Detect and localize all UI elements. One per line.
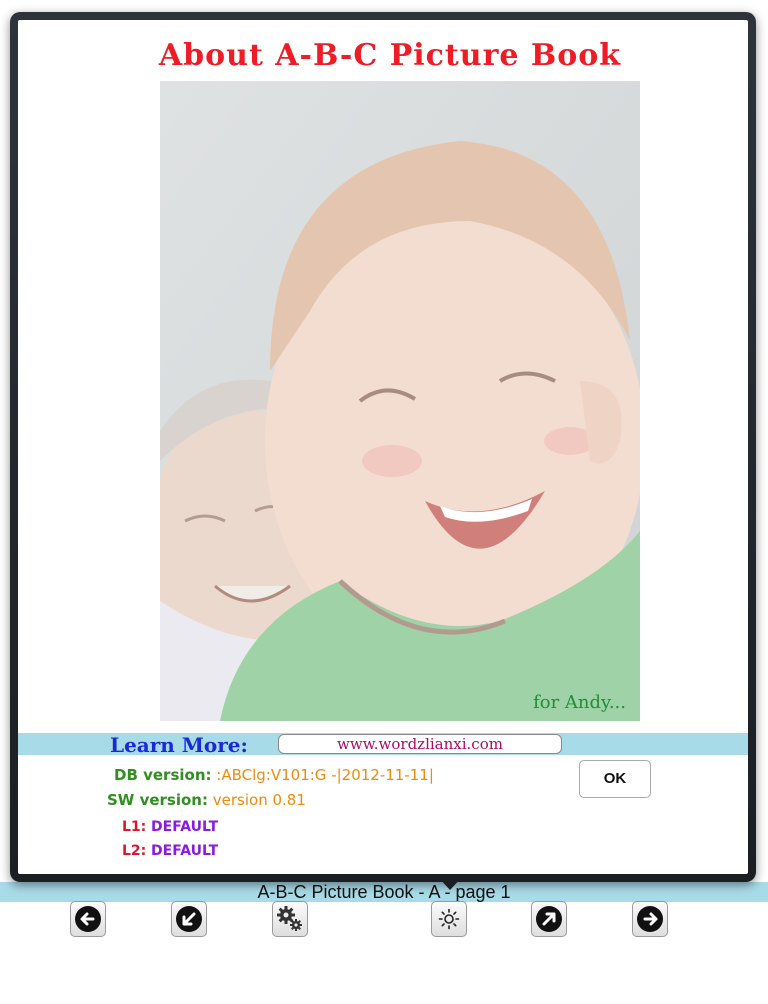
ok-button[interactable]: OK — [579, 760, 651, 798]
arrow-down-left-icon — [176, 906, 202, 932]
arrow-right-icon — [637, 906, 663, 932]
photo-illustration — [160, 81, 640, 721]
about-panel: About A-B-C Picture Book for Andy... Lea… — [18, 20, 748, 874]
db-version-label: DB version: — [114, 766, 212, 784]
l2-row: L2: DEFAULT — [122, 841, 218, 859]
db-version-value: :ABClg:V101:G -|2012-11-11| — [216, 766, 434, 784]
l2-label: L2: — [122, 843, 147, 859]
sw-version-value: version 0.81 — [212, 791, 306, 809]
previous-page-button[interactable] — [70, 901, 106, 937]
brightness-icon — [438, 908, 460, 930]
website-link[interactable]: www.wordzlianxi.com — [278, 734, 562, 754]
l1-label: L1: — [122, 819, 147, 835]
brightness-button[interactable] — [431, 901, 467, 937]
page-caption: A-B-C Picture Book - A - page 1 — [257, 882, 511, 902]
photo-caption: for Andy... — [533, 692, 626, 713]
sw-version-row: SW version: version 0.81 — [107, 791, 306, 809]
about-photo: for Andy... — [160, 81, 640, 721]
gears-icon — [277, 906, 302, 931]
l2-value: DEFAULT — [151, 843, 219, 859]
db-version-row: DB version: :ABClg:V101:G -|2012-11-11| — [114, 766, 434, 784]
page-caption-bar: A-B-C Picture Book - A - page 1 — [0, 882, 768, 902]
about-popover: About A-B-C Picture Book for Andy... Lea… — [10, 12, 756, 882]
popover-arrow — [437, 876, 463, 890]
l1-row: L1: DEFAULT — [122, 817, 218, 835]
first-page-button[interactable] — [171, 901, 207, 937]
arrow-up-right-icon — [536, 906, 562, 932]
last-page-button[interactable] — [531, 901, 567, 937]
sw-version-label: SW version: — [107, 791, 208, 809]
about-title: About A-B-C Picture Book — [158, 38, 622, 73]
arrow-left-icon — [75, 906, 101, 932]
learn-more-label: Learn More: — [110, 733, 248, 757]
next-page-button[interactable] — [632, 901, 668, 937]
settings-button[interactable] — [272, 901, 308, 937]
l1-value: DEFAULT — [151, 819, 219, 835]
